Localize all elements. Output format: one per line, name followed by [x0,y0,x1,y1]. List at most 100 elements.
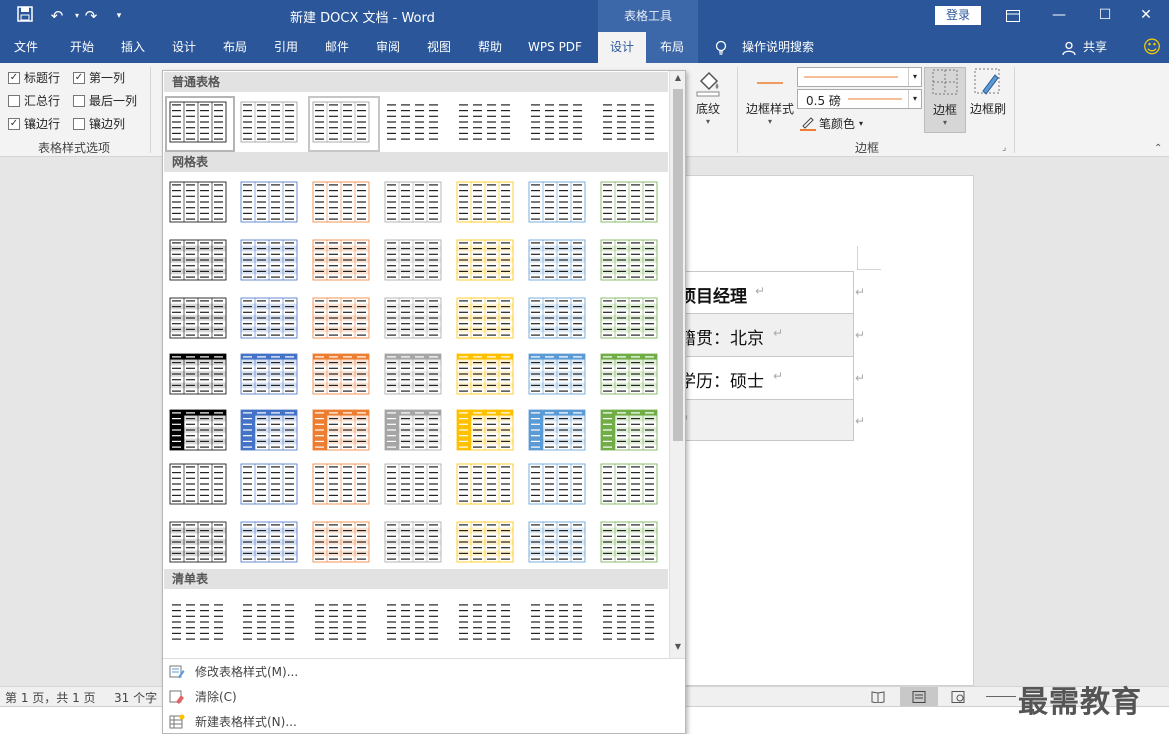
zoom-slider[interactable] [986,696,1016,697]
table-style-thumbnail[interactable] [528,521,586,565]
ribbon-display-icon[interactable] [990,0,1036,32]
tab-table-design[interactable]: 设计 [598,32,646,63]
table-style-thumbnail[interactable] [456,521,514,565]
dialog-launcher-icon[interactable]: ⌟ [1002,143,1006,153]
checkbox-empty-icon[interactable] [73,94,85,107]
table-style-thumbnail[interactable] [600,181,658,225]
table-style-thumbnail[interactable] [600,463,658,507]
table-style-thumbnail[interactable] [312,463,370,507]
tab-references[interactable]: 引用 [264,32,308,63]
table-style-thumbnail[interactable] [528,297,586,341]
total-row-option[interactable]: 汇总行 [8,92,60,109]
table-style-thumbnail[interactable] [384,601,442,645]
checkbox-checked-icon[interactable]: ✓ [8,117,20,130]
tab-insert[interactable]: 插入 [111,32,155,63]
login-button[interactable]: 登录 [935,6,981,25]
collapse-ribbon-icon[interactable]: ⌃ [1154,143,1162,154]
save-icon[interactable] [14,6,36,26]
table-style-thumbnail[interactable] [240,353,298,397]
modify-table-style-item[interactable]: 修改表格样式(M)... [163,660,685,684]
table-style-thumbnail[interactable] [169,181,227,225]
close-button[interactable]: ✕ [1123,0,1169,32]
banded-columns-option[interactable]: 镶边列 [73,115,125,132]
table-style-thumbnail[interactable] [240,101,298,145]
table-style-thumbnail[interactable] [384,239,442,283]
shading-button[interactable]: 底纹 ▾ [688,67,728,131]
table-style-thumbnail[interactable] [600,409,658,453]
tell-me-search[interactable]: 操作说明搜索 [738,32,818,63]
undo-icon[interactable]: ↶ [46,6,68,26]
table-style-thumbnail[interactable] [456,353,514,397]
table-style-thumbnail[interactable] [528,101,586,145]
tab-help[interactable]: 帮助 [468,32,512,63]
banded-rows-option[interactable]: ✓ 镶边行 [8,115,60,132]
table-style-thumbnail[interactable] [528,239,586,283]
table-style-thumbnail[interactable] [240,239,298,283]
table-style-thumbnail[interactable] [384,181,442,225]
pen-color-button[interactable]: 笔颜色 ▾ [800,114,863,132]
line-style-dropdown[interactable]: ▾ [797,67,922,87]
table-style-thumbnail[interactable] [456,239,514,283]
dropdown-arrow-icon[interactable]: ▾ [908,90,921,108]
table-style-thumbnail[interactable] [240,297,298,341]
tab-design[interactable]: 设计 [162,32,206,63]
table-style-thumbnail[interactable] [169,409,227,453]
table-style-thumbnail[interactable] [240,463,298,507]
table-style-thumbnail[interactable] [456,409,514,453]
table-style-thumbnail[interactable] [169,353,227,397]
print-layout-icon[interactable] [900,687,938,706]
table-style-thumbnail[interactable] [600,101,658,145]
new-table-style-item[interactable]: 新建表格样式(N)... [163,710,685,734]
maximize-button[interactable]: ☐ [1082,0,1128,32]
line-weight-dropdown[interactable]: 0.5 磅 ▾ [797,89,922,109]
table-style-thumbnail[interactable] [456,297,514,341]
table-style-thumbnail[interactable] [456,101,514,145]
dropdown-arrow-icon[interactable]: ▾ [908,68,921,86]
table-style-thumbnail[interactable] [528,463,586,507]
word-count-status[interactable]: 31 个字 [114,689,157,706]
scroll-up-icon[interactable]: ▲ [672,73,684,87]
table-style-thumbnail[interactable] [528,601,586,645]
gallery-scrollbar[interactable]: ▲ ▼ [669,71,685,658]
tab-home[interactable]: 开始 [60,32,104,63]
scroll-down-icon[interactable]: ▼ [672,642,684,656]
tab-file[interactable]: 文件 [4,32,48,63]
table-style-thumbnail[interactable] [240,409,298,453]
table-style-thumbnail[interactable] [600,601,658,645]
checkbox-checked-icon[interactable]: ✓ [73,71,85,84]
smiley-icon[interactable]: ☺ [1142,32,1162,63]
table-style-thumbnail[interactable] [528,353,586,397]
table-style-thumbnail[interactable] [600,239,658,283]
table-style-thumbnail[interactable] [600,521,658,565]
share-button[interactable]: 共享 [1080,32,1110,63]
table-style-thumbnail[interactable] [312,239,370,283]
tab-mailings[interactable]: 邮件 [315,32,359,63]
table-style-thumbnail[interactable] [240,601,298,645]
table-style-thumbnail[interactable] [312,181,370,225]
border-painter-button[interactable]: 边框刷 [968,67,1008,133]
table-style-thumbnail[interactable] [312,353,370,397]
table-style-thumbnail[interactable] [456,181,514,225]
header-row-option[interactable]: ✓ 标题行 [8,69,60,86]
table-style-thumbnail[interactable] [169,463,227,507]
table-style-thumbnail[interactable] [312,601,370,645]
table-style-thumbnail[interactable] [528,409,586,453]
table-style-thumbnail[interactable] [384,101,442,145]
table-style-thumbnail[interactable] [384,353,442,397]
border-styles-button[interactable]: 边框样式 ▾ [744,67,796,133]
clear-style-item[interactable]: 清除(C) [163,685,685,709]
tab-wps-pdf[interactable]: WPS PDF [520,32,590,63]
table-styles-gallery[interactable]: 普通表格 网格表 清单表 ▲ ▼ 修改表格样式(M)... 清除(C) 新建表格… [162,70,686,734]
table-style-thumbnail[interactable] [169,297,227,341]
web-layout-icon[interactable] [944,688,972,705]
page-count-status[interactable]: 第 1 页，共 1 页 [5,689,96,706]
table-style-thumbnail[interactable] [600,353,658,397]
table-style-thumbnail[interactable] [240,181,298,225]
borders-button[interactable]: 边框 ▾ [924,67,966,133]
table-style-thumbnail[interactable] [384,297,442,341]
read-mode-icon[interactable] [864,688,892,705]
table-style-thumbnail[interactable] [528,181,586,225]
table-style-thumbnail[interactable] [384,521,442,565]
table-style-thumbnail[interactable] [600,297,658,341]
table-style-thumbnail[interactable] [312,409,370,453]
